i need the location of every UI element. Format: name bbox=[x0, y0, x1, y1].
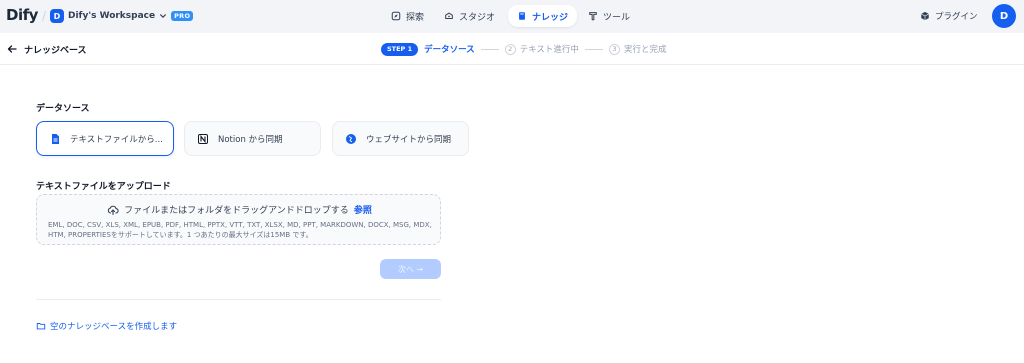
nav-tools[interactable]: ツール bbox=[579, 5, 639, 27]
step-2-label: テキスト進行中 bbox=[519, 45, 579, 55]
wrench-icon bbox=[589, 12, 597, 21]
source-website-label: ウェブサイトから同期 bbox=[366, 134, 452, 145]
source-notion[interactable]: Notion から同期 bbox=[184, 121, 321, 156]
supported-formats-text: EML, DOC, CSV, XLS, XML, EPUB, PDF, HTML… bbox=[48, 221, 432, 239]
step-separator bbox=[480, 48, 499, 50]
upload-title: テキストファイルをアップロード bbox=[36, 182, 171, 192]
nav-knowledge[interactable]: ナレッジ bbox=[508, 5, 578, 27]
book-icon bbox=[519, 12, 525, 20]
main-nav: 探索 スタジオ ナレッジ ツール bbox=[0, 5, 1024, 27]
file-icon bbox=[52, 133, 59, 144]
step-3-number: 3 bbox=[608, 43, 620, 55]
page-header: ナレッジベース STEP 1 データソース 2 テキスト進行中 3 実行と完成 bbox=[0, 33, 1024, 65]
notion-icon bbox=[198, 133, 208, 144]
nav-tools-label: ツール bbox=[603, 12, 631, 23]
step-2-number: 2 bbox=[504, 43, 516, 55]
nav-knowledge-label: ナレッジ bbox=[532, 12, 569, 23]
user-avatar[interactable]: D bbox=[992, 4, 1016, 28]
divider bbox=[36, 299, 441, 300]
nav-studio[interactable]: スタジオ bbox=[435, 5, 504, 27]
dropzone-message: ファイルまたはフォルダをドラッグアンドドロップする 参照 bbox=[37, 203, 442, 216]
studio-icon bbox=[445, 12, 453, 19]
page-title: ナレッジベース bbox=[24, 46, 87, 56]
compass-icon bbox=[391, 11, 401, 21]
cube-icon bbox=[921, 11, 929, 21]
cloud-upload-icon bbox=[108, 205, 119, 215]
plugins-label: プラグイン bbox=[935, 12, 978, 22]
file-dropzone[interactable]: ファイルまたはフォルダをドラッグアンドドロップする 参照 EML, DOC, C… bbox=[36, 194, 441, 245]
step-indicator: STEP 1 データソース 2 テキスト進行中 3 実行と完成 bbox=[381, 42, 666, 56]
nav-studio-label: スタジオ bbox=[459, 12, 496, 23]
globe-icon bbox=[346, 133, 356, 144]
source-text-file[interactable]: テキストファイルから... bbox=[36, 121, 174, 156]
folder-icon bbox=[36, 323, 46, 330]
step-separator bbox=[584, 48, 603, 50]
source-website[interactable]: ウェブサイトから同期 bbox=[332, 121, 469, 156]
source-text-file-label: テキストファイルから... bbox=[70, 134, 163, 145]
step-3-label: 実行と完成 bbox=[623, 45, 667, 55]
create-empty-knowledge-label: 空のナレッジベースを作成します bbox=[50, 322, 178, 332]
nav-explore[interactable]: 探索 bbox=[382, 5, 433, 27]
create-empty-knowledge-link[interactable]: 空のナレッジベースを作成します bbox=[36, 320, 177, 332]
browse-link[interactable]: 参照 bbox=[354, 203, 372, 216]
back-arrow-icon[interactable] bbox=[6, 43, 18, 55]
nav-explore-label: 探索 bbox=[406, 12, 425, 23]
step-1-label: データソース bbox=[424, 45, 475, 55]
next-button[interactable]: 次へ → bbox=[380, 259, 441, 279]
plugins-button[interactable]: プラグイン bbox=[920, 7, 978, 25]
dropzone-text: ファイルまたはフォルダをドラッグアンドドロップする bbox=[124, 206, 349, 216]
data-source-title: データソース bbox=[36, 104, 90, 114]
source-notion-label: Notion から同期 bbox=[218, 134, 283, 145]
step-1-badge: STEP 1 bbox=[381, 42, 419, 56]
top-navigation-bar: Dify / D Dify's Workspace PRO 探索 スタジオ ナレ… bbox=[0, 0, 1024, 33]
